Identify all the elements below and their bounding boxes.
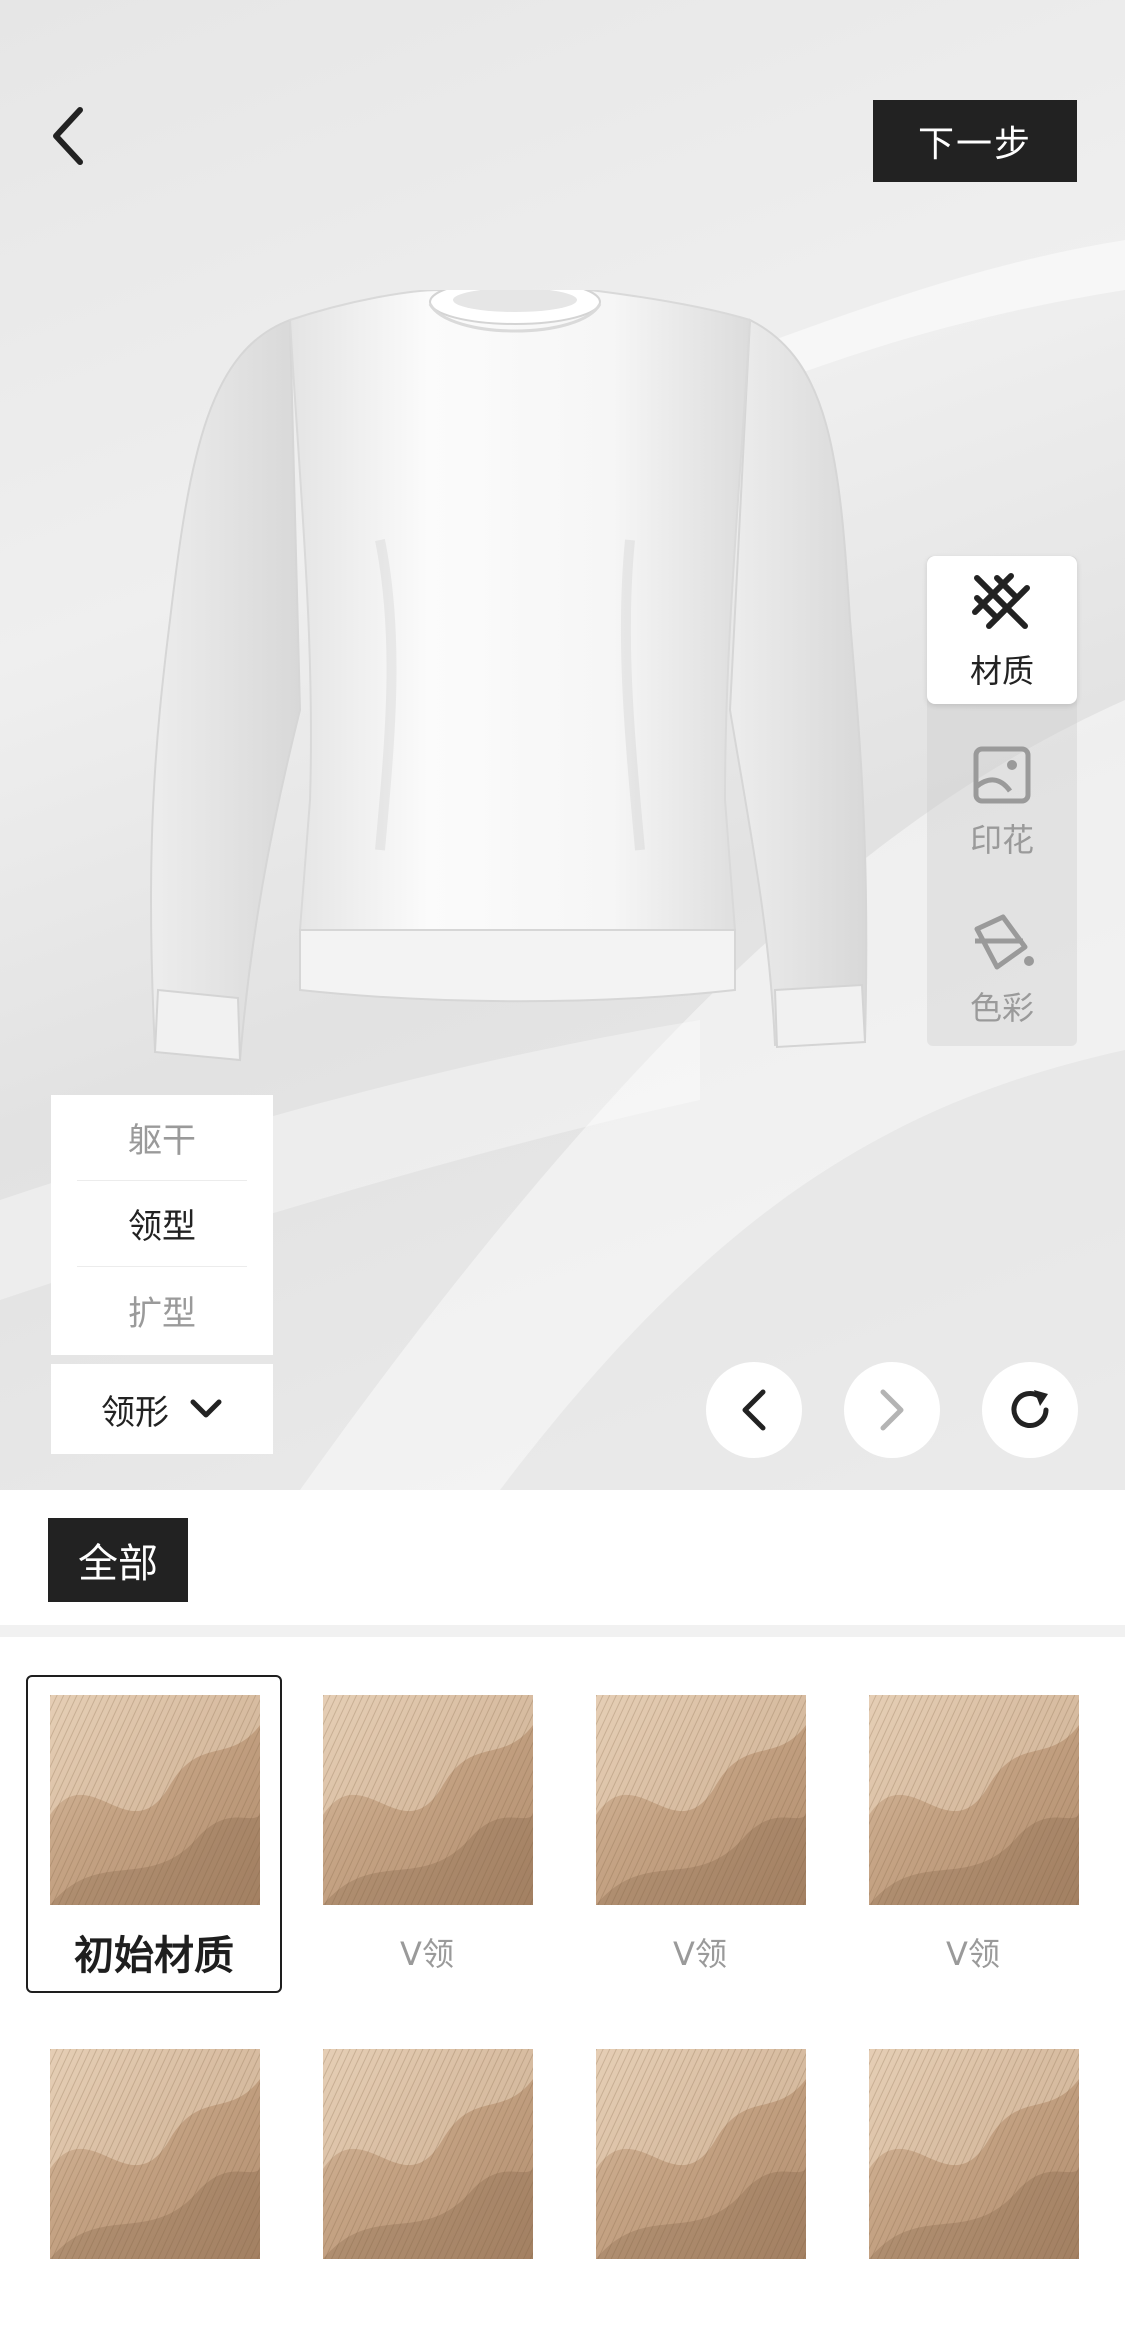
material-thumbnail (323, 2049, 533, 2259)
tool-color[interactable]: 色彩 (927, 896, 1077, 1044)
material-thumbnail (50, 2049, 260, 2259)
sweatshirt-model (150, 290, 868, 1062)
material-thumbnail (869, 2049, 1079, 2259)
tool-print-label: 印花 (969, 821, 1034, 859)
material-thumbnail (50, 1695, 260, 1905)
divider (0, 1625, 1125, 1637)
material-grid: 初始材质 V领 V领 V领 (0, 1637, 1125, 2337)
part-item-expand[interactable]: 扩型 (77, 1267, 247, 1353)
material-tile[interactable]: V领 (572, 1675, 828, 1993)
material-tile[interactable] (845, 2029, 1101, 2285)
chevron-left-icon (742, 1389, 766, 1431)
part-dropdown[interactable]: 领形 (51, 1364, 273, 1454)
material-label: V领 (673, 1935, 727, 1973)
tool-material-label: 材质 (969, 652, 1034, 690)
material-thumbnail (869, 1695, 1079, 1905)
material-tile[interactable]: 初始材质 (26, 1675, 282, 1993)
chevron-down-icon (190, 1399, 222, 1418)
refresh-icon (1011, 1390, 1049, 1428)
undo-button[interactable] (706, 1362, 802, 1458)
part-list: 躯干 领型 扩型 (51, 1095, 273, 1355)
filter-bar: 全部 (0, 1490, 1125, 1625)
material-tile[interactable] (299, 2029, 555, 2285)
material-tile[interactable] (26, 2029, 282, 2285)
tool-material[interactable]: 材质 (927, 556, 1077, 704)
material-label: V领 (946, 1935, 1000, 1973)
reset-button[interactable] (982, 1362, 1078, 1458)
garment-viewer: 下一步 材质 印花 色彩 躯干 领型 扩型 领形 (0, 0, 1125, 1490)
paint-bucket-icon (974, 914, 1034, 970)
back-button[interactable] (40, 100, 96, 172)
material-thumbnail (323, 1695, 533, 1905)
material-thumbnail (596, 2049, 806, 2259)
material-tile[interactable]: V领 (299, 1675, 555, 1993)
material-tile[interactable]: V领 (845, 1675, 1101, 1993)
material-tile[interactable] (572, 2029, 828, 2285)
part-item-torso[interactable]: 躯干 (77, 1095, 247, 1181)
part-dropdown-label: 领形 (101, 1392, 169, 1433)
tool-print[interactable]: 印花 (927, 728, 1077, 876)
tool-color-label: 色彩 (969, 989, 1034, 1027)
tool-panel: 材质 印花 色彩 (927, 556, 1077, 1046)
material-label: V领 (400, 1935, 454, 1973)
filter-all-chip[interactable]: 全部 (48, 1518, 188, 1602)
redo-button[interactable] (844, 1362, 940, 1458)
print-icon (973, 746, 1031, 804)
part-item-collar[interactable]: 领型 (77, 1181, 247, 1267)
texture-icon (972, 573, 1030, 629)
chevron-right-icon (880, 1389, 904, 1431)
next-step-button[interactable]: 下一步 (873, 100, 1077, 182)
chevron-left-icon (53, 107, 83, 165)
material-thumbnail (596, 1695, 806, 1905)
material-label: 初始材质 (74, 1933, 234, 1979)
